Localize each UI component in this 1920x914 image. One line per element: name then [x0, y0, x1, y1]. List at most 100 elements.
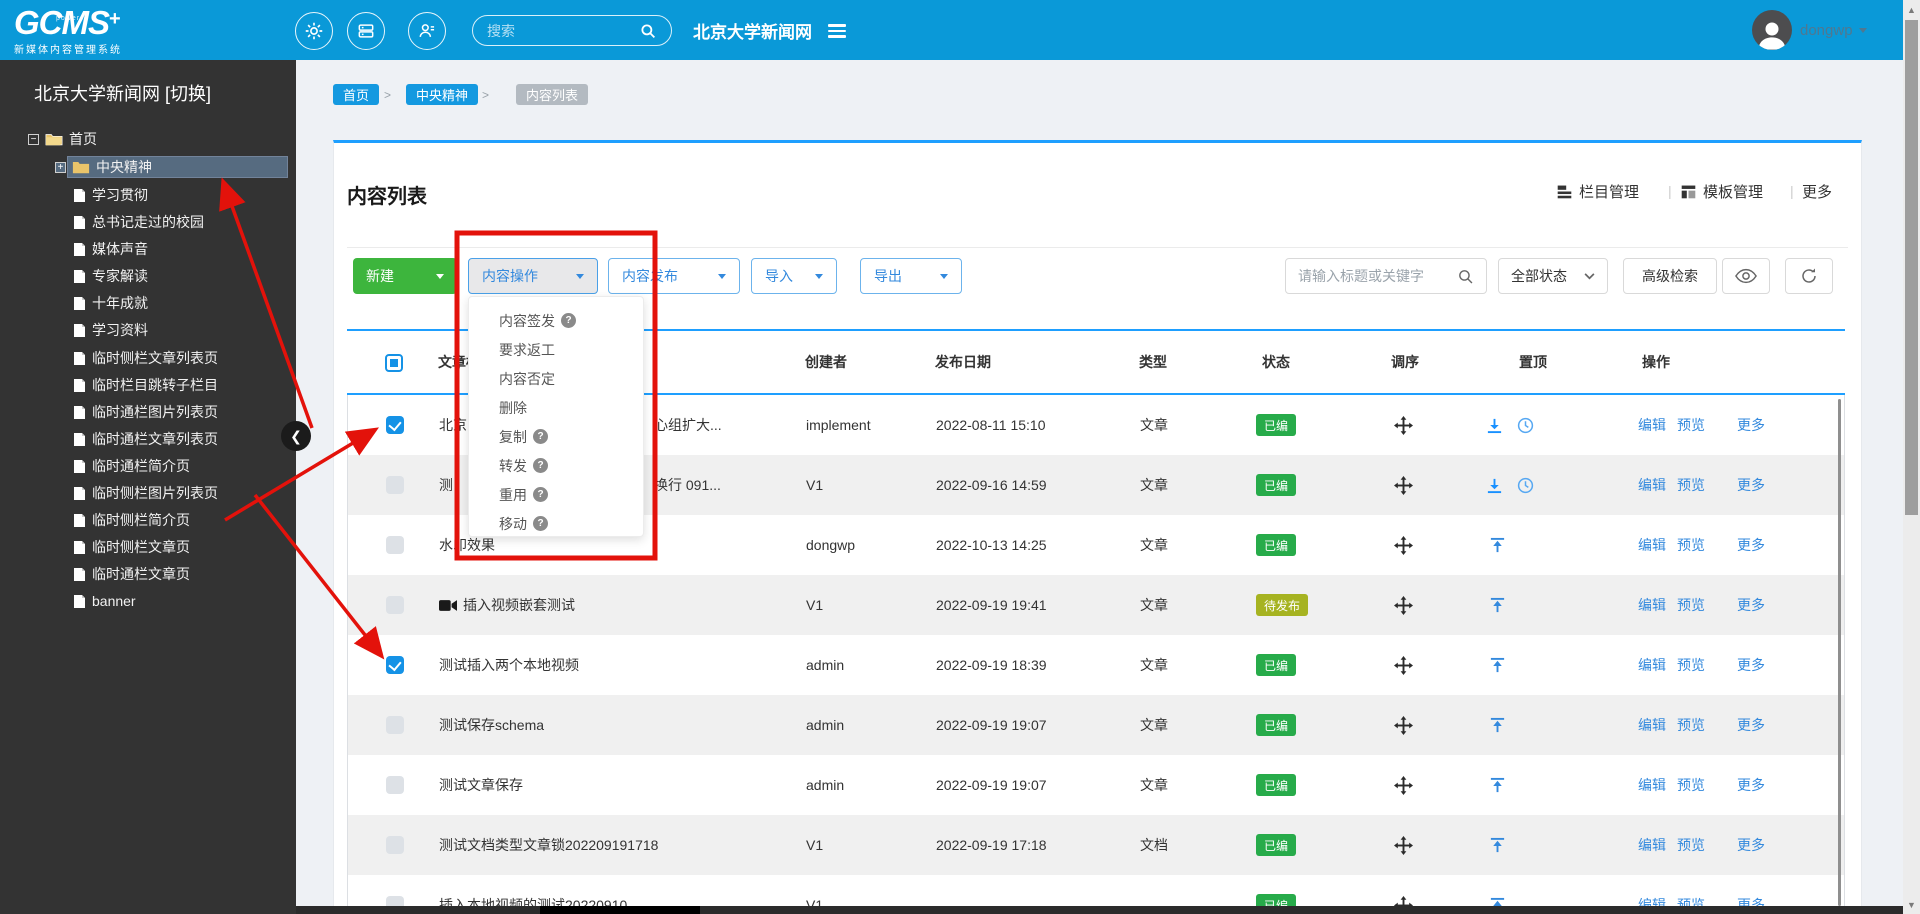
sidebar-collapse-handle[interactable]: ❮ [281, 421, 311, 451]
reorder-drag-handle[interactable] [1394, 716, 1413, 740]
more-link[interactable]: 更多 [1737, 815, 1765, 875]
row-checkbox[interactable] [386, 536, 404, 554]
more-link[interactable]: 更多 [1737, 755, 1765, 815]
tree-leaf[interactable]: 十年成就 [73, 292, 148, 314]
breadcrumb-section[interactable]: 中央精神 [406, 84, 479, 105]
more-link[interactable]: 更多 [1737, 515, 1765, 575]
col-header-actions[interactable]: 操作 [1642, 331, 1670, 393]
reorder-drag-handle[interactable] [1394, 776, 1413, 800]
expand-plus-icon[interactable]: + [55, 161, 66, 173]
col-header-date[interactable]: 发布日期 [935, 331, 991, 393]
col-header-status[interactable]: 状态 [1262, 331, 1290, 393]
tree-leaf[interactable]: 临时侧栏简介页 [73, 509, 190, 531]
tree-node-home[interactable]: − 首页 [28, 128, 97, 150]
export-button[interactable]: 导出 [860, 258, 962, 294]
row-title[interactable]: 测试插入两个本地视频 [439, 635, 579, 695]
row-title[interactable]: 测试文章保存 [439, 755, 523, 815]
tree-leaf[interactable]: 临时通栏简介页 [73, 455, 190, 477]
collapse-minus-icon[interactable]: − [28, 133, 39, 145]
tree-leaf[interactable]: 临时通栏图片列表页 [73, 401, 218, 423]
more-link[interactable]: 更多 [1737, 635, 1765, 695]
unpin-icon[interactable] [1486, 477, 1503, 494]
menu-item-copy[interactable]: 复制? [469, 422, 643, 451]
row-checkbox[interactable] [386, 656, 404, 674]
menu-item-move[interactable]: 移动? [469, 509, 643, 538]
scroll-up-icon[interactable]: ▲ [1903, 2, 1920, 18]
menu-item-delete[interactable]: 删除 [469, 393, 643, 422]
more-link[interactable]: 更多 [1737, 395, 1765, 455]
row-title[interactable]: 测试保存schema [439, 695, 544, 755]
col-header-reorder[interactable]: 调序 [1391, 331, 1419, 393]
avatar[interactable] [1752, 10, 1792, 50]
scrollbar-thumb[interactable] [1905, 20, 1918, 515]
row-checkbox[interactable] [386, 836, 404, 854]
edit-link[interactable]: 编辑 [1638, 695, 1666, 755]
tree-leaf[interactable]: banner [73, 590, 136, 612]
table-scrollbar[interactable] [1838, 399, 1841, 906]
user-menu[interactable]: dongwp [1800, 0, 1867, 60]
row-title[interactable]: 北京 心组扩大... [439, 395, 722, 455]
preview-link[interactable]: 预览 [1677, 635, 1705, 695]
pin-top-icon[interactable] [1489, 837, 1506, 854]
menu-item-sign-off[interactable]: 内容签发? [469, 306, 643, 335]
menu-item-request-rework[interactable]: 要求返工 [469, 335, 643, 364]
row-title[interactable]: 测换行 091... [439, 455, 721, 515]
reorder-drag-handle[interactable] [1394, 836, 1413, 860]
more-link[interactable]: 更多 [1737, 575, 1765, 635]
reorder-drag-handle[interactable] [1394, 416, 1413, 440]
help-icon[interactable]: ? [533, 516, 548, 531]
row-checkbox[interactable] [386, 776, 404, 794]
row-checkbox[interactable] [386, 416, 404, 434]
clock-icon[interactable] [1517, 477, 1534, 494]
import-button[interactable]: 导入 [751, 258, 837, 294]
modules-button[interactable] [347, 12, 385, 50]
preview-link[interactable]: 预览 [1677, 695, 1705, 755]
tree-leaf[interactable]: 专家解读 [73, 265, 148, 287]
page-scrollbar[interactable]: ▲ ▼ [1903, 0, 1920, 914]
preview-link[interactable]: 预览 [1677, 455, 1705, 515]
settings-button[interactable] [295, 12, 333, 50]
refresh-button[interactable] [1785, 258, 1833, 294]
tree-leaf[interactable]: 总书记走过的校园 [73, 211, 204, 233]
menu-item-reuse[interactable]: 重用? [469, 480, 643, 509]
reorder-drag-handle[interactable] [1394, 596, 1413, 620]
template-manage-link[interactable]: 模板管理 [1680, 181, 1763, 202]
pin-top-icon[interactable] [1489, 537, 1506, 554]
help-icon[interactable]: ? [533, 458, 548, 473]
status-filter-select[interactable]: 全部状态 [1498, 258, 1608, 294]
tree-leaf[interactable]: 媒体声音 [73, 238, 148, 260]
header-more-link[interactable]: 更多 [1802, 181, 1832, 202]
pin-top-icon[interactable] [1489, 717, 1506, 734]
menu-item-reject[interactable]: 内容否定 [469, 364, 643, 393]
new-button[interactable]: 新建 [353, 258, 457, 294]
tree-leaf[interactable]: 临时通栏文章列表页 [73, 428, 218, 450]
advanced-search-button[interactable]: 高级检索 [1623, 258, 1717, 294]
search-icon[interactable] [1457, 268, 1474, 285]
more-link[interactable]: 更多 [1737, 455, 1765, 515]
tree-leaf[interactable]: 学习贯彻 [73, 184, 148, 206]
scroll-down-icon[interactable]: ▼ [1903, 897, 1920, 913]
edit-link[interactable]: 编辑 [1638, 635, 1666, 695]
preview-link[interactable]: 预览 [1677, 755, 1705, 815]
reorder-drag-handle[interactable] [1394, 536, 1413, 560]
help-icon[interactable]: ? [533, 429, 548, 444]
edit-link[interactable]: 编辑 [1638, 455, 1666, 515]
edit-link[interactable]: 编辑 [1638, 815, 1666, 875]
more-link[interactable]: 更多 [1737, 695, 1765, 755]
tree-leaf[interactable]: 临时通栏文章页 [73, 563, 190, 585]
global-search-input[interactable]: 搜索 [472, 15, 672, 46]
edit-link[interactable]: 编辑 [1638, 755, 1666, 815]
col-header-creator[interactable]: 创建者 [805, 331, 847, 393]
breadcrumb-home[interactable]: 首页 [333, 84, 380, 105]
edit-link[interactable]: 编辑 [1638, 575, 1666, 635]
preview-link[interactable]: 预览 [1677, 515, 1705, 575]
pin-top-icon[interactable] [1489, 657, 1506, 674]
col-header-pin[interactable]: 置顶 [1519, 331, 1547, 393]
pin-top-icon[interactable] [1489, 597, 1506, 614]
tree-leaf[interactable]: 临时栏目跳转子栏目 [73, 374, 218, 396]
row-checkbox[interactable] [386, 476, 404, 494]
edit-link[interactable]: 编辑 [1638, 395, 1666, 455]
preview-link[interactable]: 预览 [1677, 395, 1705, 455]
preview-link[interactable]: 预览 [1677, 815, 1705, 875]
keyword-search-input[interactable]: 请输入标题或关键字 [1285, 258, 1487, 294]
